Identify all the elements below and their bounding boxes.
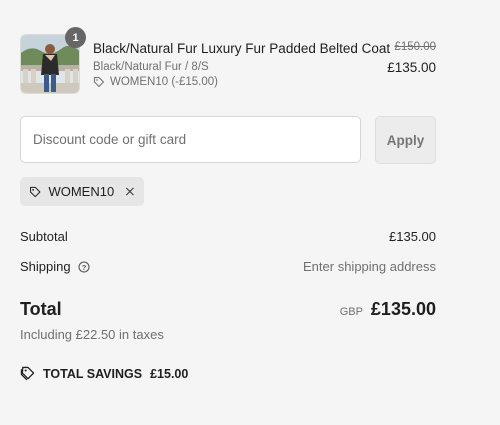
shipping-value: Enter shipping address [303,259,436,274]
apply-discount-button[interactable]: Apply [375,116,436,164]
total-label: Total [20,299,62,319]
applied-discount-code: WOMEN10 [48,184,115,199]
savings-tag-icon [20,366,35,381]
currency-code: GBP [339,306,363,318]
product-thumbnail-wrapper: 1 [20,27,86,94]
total-amount: £135.00 [370,299,436,319]
info-icon[interactable]: ? [78,261,90,273]
cart-line-item: 1 Black/Natural Fur Luxury Fur Padded Be… [20,27,436,94]
line-item-discount: WOMEN10 (-£15.00) [93,76,218,88]
total-savings-value: £15.00 [150,366,189,381]
sale-price: £135.00 [387,60,436,75]
tax-note: Including £22.50 in taxes [20,327,164,342]
quantity-badge: 1 [65,27,86,48]
svg-text:?: ? [82,263,87,272]
original-price: £150.00 [394,41,436,53]
subtotal-row: Subtotal £135.00 [20,229,436,244]
product-name: Black/Natural Fur Luxury Fur Padded Belt… [93,41,391,56]
shipping-label: Shipping [20,259,71,274]
product-variant: Black/Natural Fur / 8/S [93,61,209,73]
applied-discount-chip: WOMEN10 [20,177,144,206]
tag-icon [30,186,41,197]
line-item-discount-label: WOMEN10 (-£15.00) [110,76,219,88]
total-amount-group: GBP £135.00 [340,299,436,320]
subtotal-value: £135.00 [389,229,436,244]
discount-form: Apply [20,116,436,164]
shipping-row: Shipping ? Enter shipping address [20,259,436,274]
tag-icon [93,76,105,88]
total-savings: TOTAL SAVINGS £15.00 [20,366,188,381]
discount-code-input[interactable] [20,116,361,163]
close-icon[interactable] [125,186,135,197]
subtotal-label: Subtotal [20,229,68,244]
total-savings-label: TOTAL SAVINGS [43,366,143,381]
